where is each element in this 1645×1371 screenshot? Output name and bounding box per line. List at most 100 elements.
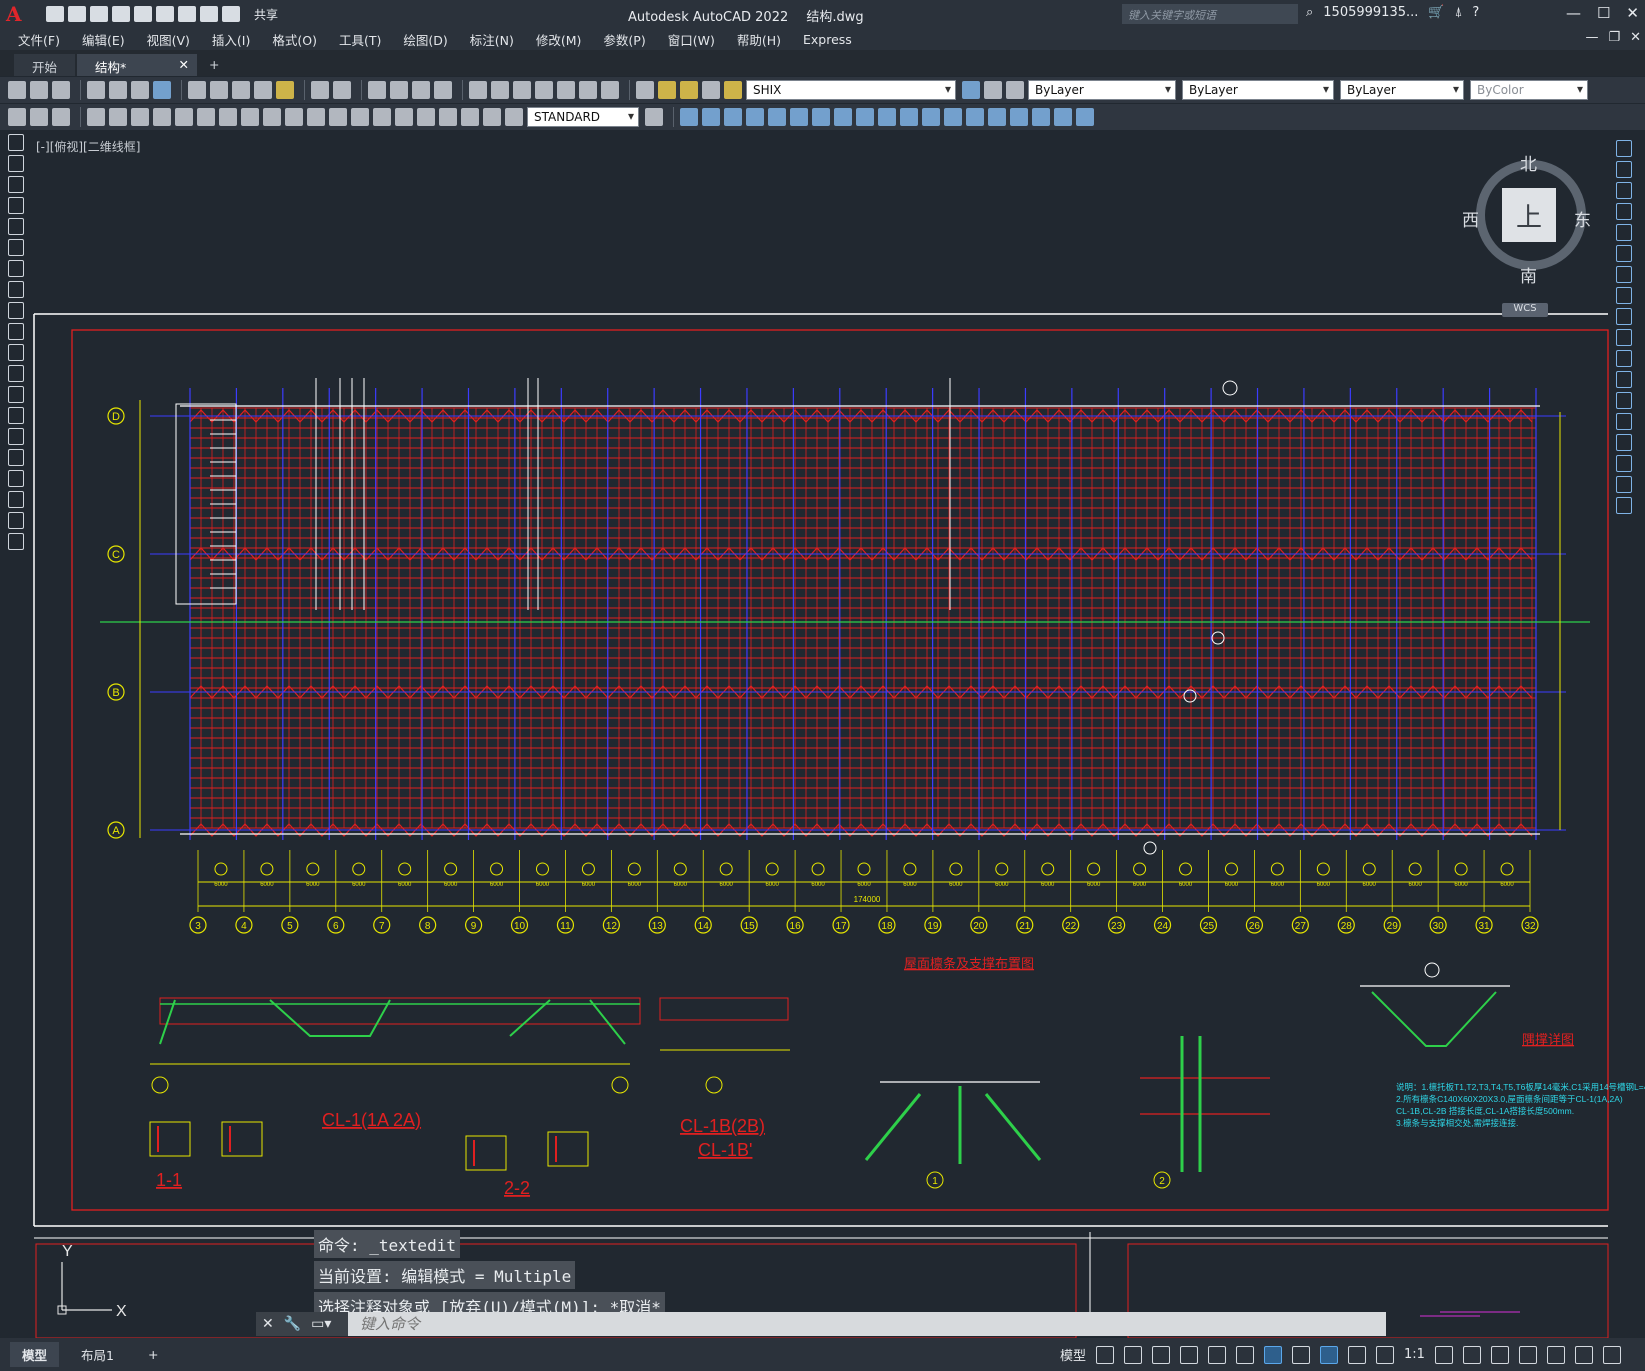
compass-south[interactable]: 南 [1520, 262, 1537, 287]
recent-commands-icon[interactable]: ▭▾ [311, 1316, 331, 1332]
grid-col-label: 6 [333, 921, 339, 932]
add-layout-button[interactable]: + [136, 1344, 170, 1365]
bay-bubble [1087, 862, 1101, 876]
lineweight-icon[interactable] [1292, 1345, 1311, 1364]
section-detail [149, 1121, 191, 1157]
customize-wrench-icon[interactable]: 🔧 [284, 1316, 301, 1332]
object-snap-tracking-icon[interactable] [1236, 1345, 1255, 1364]
bay-bubble [398, 862, 412, 876]
grid-col-label: 4 [241, 921, 247, 932]
status-toggles: 模型 1:1 [1060, 1345, 1621, 1364]
node-label: 2 [1159, 1176, 1165, 1187]
ortho-icon[interactable] [1152, 1345, 1171, 1364]
bay-dim-text: 6000 [1408, 882, 1422, 888]
detail-title: CL-1B(2B) [680, 1116, 765, 1136]
tab-layout1[interactable]: 布局1 [69, 1342, 126, 1367]
grid-col-label: 5 [287, 921, 293, 932]
auto-scale-icon[interactable] [1348, 1345, 1367, 1364]
compass-north[interactable]: 北 [1520, 150, 1537, 175]
close-command-line-icon[interactable]: ✕ [262, 1316, 274, 1332]
bay-bubble [581, 862, 595, 876]
compass-west[interactable]: 西 [1462, 206, 1479, 231]
bay-bubble [627, 862, 641, 876]
annotation-visibility-icon[interactable] [1320, 1345, 1339, 1364]
bay-dim-text: 6000 [1225, 882, 1239, 888]
knee-brace-marker [1424, 962, 1440, 978]
annotation-monitor-icon[interactable] [1462, 1345, 1481, 1364]
bay-dim-text: 6000 [949, 882, 963, 888]
grid-row-label: A [112, 825, 120, 837]
polar-icon[interactable] [1180, 1345, 1199, 1364]
drawing-note: 2.所有檩条C140X60X20X3.0,屋面檩条间距等于CL-1(1A,2A) [1396, 1094, 1623, 1104]
command-input[interactable] [348, 1315, 1248, 1333]
bay-dim-text: 6000 [1317, 882, 1331, 888]
section-detail [547, 1131, 589, 1167]
section-marker [1222, 380, 1238, 396]
object-snap-icon[interactable] [1264, 1345, 1283, 1364]
grid-col-label: 10 [514, 921, 526, 932]
snap-icon[interactable] [1124, 1345, 1143, 1364]
purlin-web [159, 999, 626, 1045]
viewcube[interactable]: 上 北 南 东 西 [1462, 150, 1591, 287]
bay-bubble [1270, 862, 1284, 876]
clean-screen-icon[interactable] [1574, 1345, 1593, 1364]
bay-dim-text: 6000 [765, 882, 779, 888]
bay-bubble [903, 862, 917, 876]
grid-col-label: 26 [1249, 921, 1261, 932]
detail-grid-bubble [151, 1076, 169, 1094]
grid-col-label: 24 [1157, 921, 1169, 932]
bay-dim-text: 6000 [995, 882, 1009, 888]
grid-col-label: 27 [1295, 921, 1307, 932]
annotation-scale-icon[interactable] [1376, 1345, 1395, 1364]
bay-bubble [1133, 862, 1147, 876]
grid-col-label: 31 [1479, 921, 1491, 932]
bay-dim-text: 6000 [811, 882, 825, 888]
ucs-icon: Y X [57, 1243, 127, 1320]
bay-dim-text: 6000 [352, 882, 366, 888]
grid-col-label: 9 [471, 921, 477, 932]
quick-properties-icon[interactable] [1518, 1345, 1537, 1364]
svg-text:X: X [116, 1303, 127, 1320]
bay-dim-text: 6000 [582, 882, 596, 888]
bay-bubble [1316, 862, 1330, 876]
grid-row-label: C [112, 549, 120, 561]
status-bar: 模型 布局1 + 模型 1:1 [0, 1338, 1645, 1371]
bay-bubble [1454, 862, 1468, 876]
tab-model[interactable]: 模型 [10, 1342, 60, 1367]
bay-bubble [949, 862, 963, 876]
model-space-button[interactable]: 模型 [1060, 1345, 1086, 1364]
graphics-performance-icon[interactable] [1546, 1345, 1565, 1364]
grid-col-label: 13 [652, 921, 664, 932]
knee-brace [1371, 991, 1497, 1047]
annotation-scale-value[interactable]: 1:1 [1404, 1347, 1425, 1362]
grid-col-label: 17 [835, 921, 847, 932]
compass-east[interactable]: 东 [1574, 206, 1591, 231]
bay-bubble [1224, 862, 1238, 876]
detail-grid-bubble [705, 1076, 723, 1094]
grid-col-label: 7 [379, 921, 385, 932]
wcs-menu-button[interactable]: WCS [1502, 303, 1548, 317]
detail-title: 1-1 [156, 1170, 182, 1190]
bay-bubble [306, 862, 320, 876]
grid-col-label: 30 [1433, 921, 1445, 932]
viewcube-top-face[interactable]: 上 [1502, 188, 1556, 242]
grid-col-label: 28 [1341, 921, 1353, 932]
detail-grid-bubble [611, 1076, 629, 1094]
customization-menu-icon[interactable] [1602, 1345, 1621, 1364]
bay-bubble [1408, 862, 1422, 876]
grid-col-label: 23 [1111, 921, 1123, 932]
bay-dim-text: 6000 [674, 882, 688, 888]
grid-col-label: 22 [1065, 921, 1077, 932]
bay-dim-text: 6000 [1179, 882, 1193, 888]
units-icon[interactable] [1490, 1345, 1509, 1364]
total-dim-text: 174000 [854, 895, 881, 904]
bay-dim-text: 6000 [1454, 882, 1468, 888]
bay-dim-text: 6000 [1363, 882, 1377, 888]
drawing-note: 说明：1.檩托板T1,T2,T3,T4,T5,T6板厚14毫米,C1采用14号槽… [1396, 1082, 1645, 1092]
bay-bubble [444, 862, 458, 876]
isodraft-icon[interactable] [1208, 1345, 1227, 1364]
grid-icon[interactable] [1096, 1345, 1115, 1364]
bay-bubble [1179, 862, 1193, 876]
workspace-gear-icon[interactable] [1434, 1345, 1453, 1364]
section-marker [1143, 841, 1157, 855]
